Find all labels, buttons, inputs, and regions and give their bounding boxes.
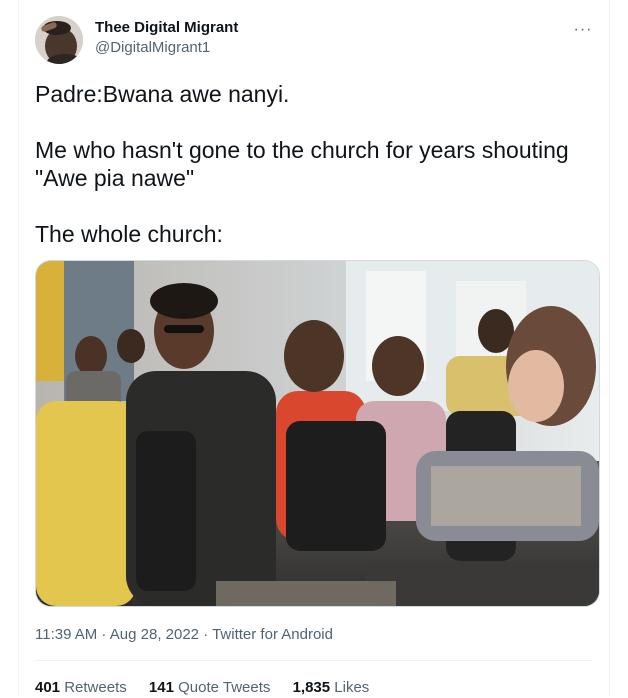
tweet-meta: 11:39 AM · Aug 28, 2022 · Twitter for An… xyxy=(35,625,333,645)
tweet-source[interactable]: Twitter for Android xyxy=(212,626,333,643)
likes-label: Likes xyxy=(334,679,370,696)
divider xyxy=(35,660,593,661)
quote-tweets-stat[interactable]: 141 Quote Tweets xyxy=(149,679,270,696)
tweet-line-3: The whole church: xyxy=(35,221,223,247)
more-options-icon[interactable]: ··· xyxy=(569,16,597,44)
meta-separator-2: · xyxy=(199,626,213,643)
quote-tweets-count: 141 xyxy=(148,679,174,696)
avatar-image xyxy=(35,16,83,64)
tweet-line-2: Me who hasn't gone to the church for yea… xyxy=(35,137,569,191)
author-display-name[interactable]: Thee Digital Migrant xyxy=(95,18,238,38)
meta-separator-1: · xyxy=(97,626,110,643)
tweet-media-photo[interactable] xyxy=(35,260,600,607)
author-names: Thee Digital Migrant @DigitalMigrant1 xyxy=(95,18,238,58)
tweet-header: Thee Digital Migrant @DigitalMigrant1 ··… xyxy=(35,16,597,64)
likes-stat[interactable]: 1,835 Likes xyxy=(293,679,370,696)
retweets-stat[interactable]: 401 Retweets xyxy=(35,679,127,696)
tweet-card: Thee Digital Migrant @DigitalMigrant1 ··… xyxy=(18,0,610,697)
retweets-count: 401 xyxy=(35,679,61,696)
meeting-room-photo xyxy=(36,261,599,606)
likes-count: 1,835 xyxy=(292,679,331,696)
retweets-label: Retweets xyxy=(64,679,127,696)
avatar[interactable] xyxy=(35,16,83,64)
tweet-stats: 401 Retweets 141 Quote Tweets 1,835 Like… xyxy=(35,678,387,698)
quote-tweets-label: Quote Tweets xyxy=(178,679,271,696)
author-handle[interactable]: @DigitalMigrant1 xyxy=(95,38,238,58)
tweet-line-1: Padre:Bwana awe nanyi. xyxy=(35,81,290,107)
tweet-time[interactable]: 11:39 AM xyxy=(35,626,97,643)
tweet-date[interactable]: Aug 28, 2022 xyxy=(110,626,199,643)
